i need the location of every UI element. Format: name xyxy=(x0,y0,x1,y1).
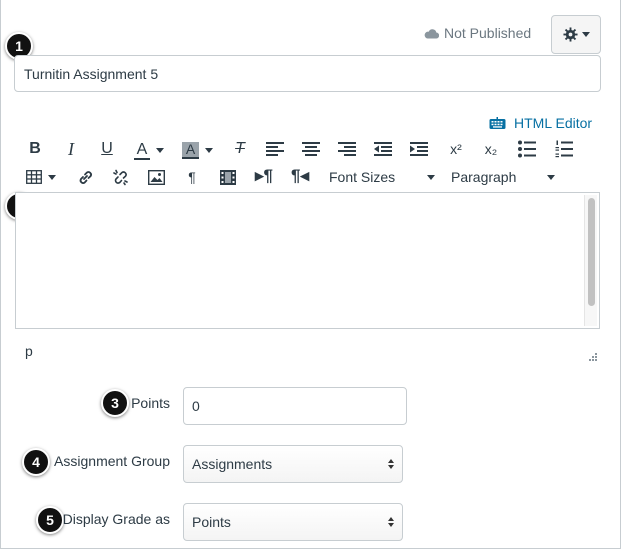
assignment-title-input[interactable] xyxy=(14,55,601,92)
font-sizes-dropdown[interactable]: Font Sizes xyxy=(329,168,435,186)
table-icon xyxy=(26,170,42,184)
text-color-button[interactable]: A xyxy=(134,139,172,161)
select-arrows-icon xyxy=(388,459,394,469)
underline-icon[interactable]: U xyxy=(98,139,116,159)
align-center-icon[interactable] xyxy=(302,141,320,157)
link-icon[interactable] xyxy=(77,169,94,186)
chevron-down-icon xyxy=(156,147,164,153)
table-button[interactable] xyxy=(26,168,58,186)
keyboard-icon xyxy=(489,117,506,129)
display-grade-label: Display Grade as xyxy=(62,511,170,527)
paragraph-mark-icon[interactable]: ¶ xyxy=(184,168,200,186)
assignment-group-select[interactable]: Assignments xyxy=(183,445,403,483)
display-grade-select[interactable]: Points xyxy=(183,503,403,541)
image-icon[interactable] xyxy=(148,170,165,185)
display-grade-value: Points xyxy=(192,514,231,530)
subscript-icon[interactable]: x₂ xyxy=(481,139,501,159)
editor-scrollbar-thumb[interactable] xyxy=(588,198,595,306)
chevron-down-icon xyxy=(205,147,213,153)
superscript-icon[interactable]: x² xyxy=(446,139,466,159)
paragraph-format-dropdown[interactable]: Paragraph xyxy=(451,168,555,186)
align-right-icon[interactable] xyxy=(338,141,356,157)
unlink-icon[interactable] xyxy=(112,169,129,186)
chevron-down-icon xyxy=(547,174,555,180)
background-color-icon: A xyxy=(182,141,199,159)
points-label: Points xyxy=(131,395,170,411)
font-sizes-label: Font Sizes xyxy=(329,169,396,185)
outdent-icon[interactable] xyxy=(374,141,392,157)
assignment-group-value: Assignments xyxy=(192,456,273,472)
gear-icon xyxy=(562,27,578,42)
editor-element-path[interactable]: p xyxy=(25,343,33,359)
points-input[interactable] xyxy=(183,387,407,425)
rtl-direction-icon[interactable]: ¶◂ xyxy=(290,166,310,186)
clear-formatting-icon[interactable]: T xyxy=(230,139,250,159)
publish-status: Not Published xyxy=(424,24,531,42)
rich-text-editor-area[interactable] xyxy=(15,192,600,329)
publish-status-label: Not Published xyxy=(444,25,532,41)
media-icon[interactable] xyxy=(220,170,236,185)
text-color-icon: A xyxy=(134,141,150,160)
resize-handle-icon[interactable] xyxy=(586,352,598,364)
html-editor-label: HTML Editor xyxy=(514,115,593,131)
html-editor-toggle[interactable]: HTML Editor xyxy=(489,113,592,133)
background-color-button[interactable]: A xyxy=(182,139,220,161)
numbered-list-icon[interactable] xyxy=(555,140,573,158)
settings-menu-button[interactable] xyxy=(551,15,601,54)
chevron-down-icon xyxy=(581,32,590,37)
cloud-icon xyxy=(424,28,439,39)
chevron-down-icon xyxy=(427,174,435,180)
select-arrows-icon xyxy=(388,517,394,527)
ltr-direction-icon[interactable]: ▸¶ xyxy=(254,166,274,186)
bullet-list-icon[interactable] xyxy=(518,140,536,158)
assignment-group-label: Assignment Group xyxy=(54,453,170,469)
bold-icon[interactable]: B xyxy=(26,139,44,159)
indent-icon[interactable] xyxy=(410,141,428,157)
editor-scrollbar[interactable] xyxy=(584,195,597,326)
chevron-down-icon xyxy=(48,174,56,180)
italic-icon[interactable]: I xyxy=(62,139,80,159)
paragraph-format-label: Paragraph xyxy=(451,169,517,185)
align-left-icon[interactable] xyxy=(266,141,284,157)
